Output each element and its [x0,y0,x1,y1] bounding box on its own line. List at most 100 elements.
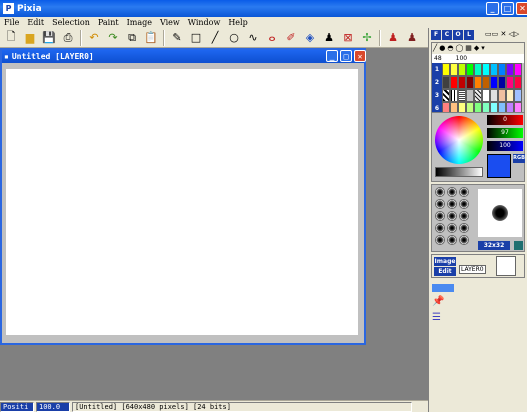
brush-shape-icon[interactable]: ◯ [455,44,463,53]
brush-option[interactable] [459,223,469,233]
color-swatch[interactable] [450,63,458,76]
brush-option[interactable] [435,211,445,221]
menu-view[interactable]: View [156,18,184,27]
rectangle-tool-icon[interactable]: □ [187,29,205,47]
brush-option[interactable] [459,211,469,221]
brush-option[interactable] [435,199,445,209]
bezier-tool-icon[interactable]: ⴰ [263,29,281,47]
menu-image[interactable]: Image [123,18,156,27]
color-swatch[interactable] [490,63,498,76]
paste-icon[interactable]: 📋 [142,29,160,47]
color-swatch[interactable] [458,63,466,76]
pattern-tool-icon[interactable]: ✢ [358,29,376,47]
layer-name[interactable]: LAYER0 [459,265,486,274]
curve-tool-icon[interactable]: ∿ [244,29,262,47]
color-swatch[interactable] [466,76,474,89]
color-swatch[interactable] [442,76,450,89]
save-icon[interactable]: 💾 [40,29,58,47]
pen-style-icon[interactable]: ╱ [433,44,437,53]
brush-option[interactable] [447,235,457,245]
list-icon[interactable]: ☰ [432,312,441,323]
diamond-icon[interactable]: ◆ [474,44,479,53]
tab-f[interactable]: F [431,30,441,40]
color-swatch[interactable] [474,76,482,89]
color-swatch[interactable] [514,63,522,76]
pattern-swatch[interactable] [466,89,474,102]
texture-icon[interactable]: ▦ [465,44,472,53]
maximize-button[interactable]: □ [501,2,514,15]
brush-option[interactable] [447,199,457,209]
pin-icon[interactable]: 📌 [432,296,444,307]
color-swatch[interactable] [498,63,506,76]
green-channel-slider[interactable]: 97 [487,128,523,138]
color-swatch[interactable] [498,76,506,89]
palette-row-2[interactable]: 2 [432,76,442,89]
color-swatch[interactable] [458,76,466,89]
blue-channel-slider[interactable]: 100 [487,141,523,151]
menu-paint[interactable]: Paint [94,18,123,27]
line-tool-icon[interactable]: ╱ [206,29,224,47]
pattern-swatch[interactable] [482,89,490,102]
palette-row-1[interactable]: 1 [432,63,442,76]
tab-o[interactable]: O [453,30,463,40]
color-swatch[interactable] [490,76,498,89]
brush-grid[interactable] [435,187,470,246]
pattern-swatch[interactable] [506,89,514,102]
brush-option[interactable] [435,235,445,245]
color-swatch[interactable] [450,76,458,89]
red-channel-slider[interactable]: 0 [487,115,523,125]
color-wheel[interactable] [435,116,483,164]
brush-option[interactable] [447,187,457,197]
color-swatch[interactable] [514,76,522,89]
copy-icon[interactable]: ⧉ [123,29,141,47]
stamp-tool-icon[interactable]: ♟ [320,29,338,47]
pen-tool-icon[interactable]: ✎ [168,29,186,47]
pattern-swatch[interactable] [474,89,482,102]
minimize-button[interactable]: _ [486,2,499,15]
palette-row-3[interactable]: 3 [432,89,442,102]
pattern-swatch[interactable] [442,89,450,102]
menu-selection[interactable]: Selection [48,18,94,27]
brush-size-label[interactable]: 32x32 [478,241,510,250]
close-button[interactable]: ✕ [516,2,527,15]
pattern-swatch[interactable] [514,89,522,102]
pattern-swatch[interactable] [458,89,466,102]
undo-icon[interactable]: ↶ [85,29,103,47]
menu-edit[interactable]: Edit [23,18,48,27]
brush-option[interactable] [447,223,457,233]
layer-thumbnail[interactable] [496,256,516,276]
fill-tool-icon[interactable]: ◈ [301,29,319,47]
brush-option[interactable] [447,211,457,221]
color-swatch[interactable] [474,63,482,76]
layer-image-button[interactable]: Image [434,257,456,266]
brush-option[interactable] [435,223,445,233]
dot-style-icon[interactable]: ● [439,44,445,53]
dropdown-icon[interactable]: ▾ [481,44,485,53]
color-swatch[interactable] [506,76,514,89]
tab-l[interactable]: L [464,30,474,40]
drawing-canvas[interactable] [6,69,358,335]
color-palette[interactable] [442,63,522,115]
brush-dark-icon[interactable]: ♟ [403,29,421,47]
pattern-swatch[interactable] [498,89,506,102]
menu-window[interactable]: Window [184,18,225,27]
color-swatch[interactable] [506,63,514,76]
doc-close-button[interactable]: ✕ [354,50,366,62]
airbrush-tool-icon[interactable]: ✐ [282,29,300,47]
layer-edit-button[interactable]: Edit [434,267,456,276]
doc-maximize-button[interactable]: □ [340,50,352,62]
panel-control-icons[interactable]: ▭▭ ✕ ◁▷ [485,30,519,40]
pour-icon[interactable]: ◓ [447,44,453,53]
brightness-slider[interactable] [435,167,483,177]
brush-options-icon[interactable] [514,241,523,250]
ellipse-tool-icon[interactable]: ○ [225,29,243,47]
pattern-swatch[interactable] [490,89,498,102]
brush-option[interactable] [435,187,445,197]
layer-bar-icon[interactable] [432,284,454,292]
current-color-swatch[interactable] [487,154,511,178]
brush-option[interactable] [459,187,469,197]
open-folder-icon[interactable]: ▆ [21,29,39,47]
color-swatch[interactable] [482,76,490,89]
redo-icon[interactable]: ↷ [104,29,122,47]
brush-option[interactable] [459,199,469,209]
